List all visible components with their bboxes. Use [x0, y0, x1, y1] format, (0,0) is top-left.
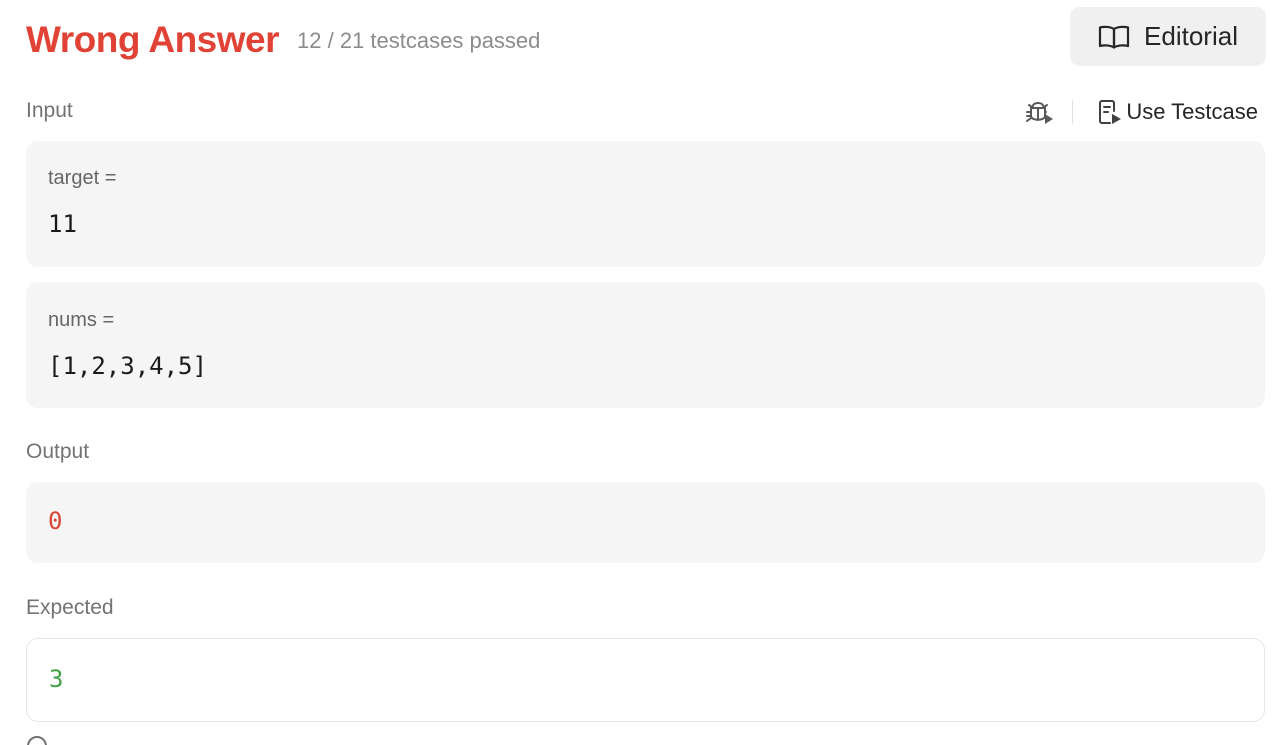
param-value: 11 — [48, 210, 77, 238]
use-testcase-label: Use Testcase — [1126, 99, 1258, 124]
toolbar-divider — [1072, 100, 1074, 124]
param-name: nums = — [48, 309, 115, 331]
use-testcase-button[interactable]: Use Testcase — [1097, 98, 1258, 126]
input-label: Input — [26, 99, 73, 122]
info-circle-icon — [26, 735, 48, 745]
output-value: 0 — [48, 507, 63, 535]
result-header: Wrong Answer 12 / 21 testcases passed Ed… — [26, 7, 1266, 66]
debug-button[interactable] — [1024, 98, 1054, 126]
input-toolbar: Use Testcase — [1024, 95, 1258, 129]
footer-note — [26, 735, 48, 745]
expected-value: 3 — [49, 665, 64, 693]
expected-label: Expected — [26, 596, 114, 619]
param-value: [1,2,3,4,5] — [48, 352, 207, 380]
testcases-passed-count: 12 / 21 testcases passed — [297, 28, 541, 53]
verdict-title: Wrong Answer — [26, 19, 280, 60]
bug-play-icon — [1024, 98, 1054, 126]
input-param-nums: nums = [1,2,3,4,5] — [26, 282, 1265, 408]
input-param-target: target = 11 — [26, 141, 1265, 267]
expected-box: 3 — [26, 638, 1265, 722]
output-box: 0 — [26, 482, 1265, 563]
editorial-button[interactable]: Editorial — [1070, 7, 1266, 66]
file-play-icon — [1097, 98, 1123, 126]
output-label: Output — [26, 440, 90, 463]
book-open-icon — [1098, 24, 1130, 50]
param-name: target = — [48, 167, 117, 189]
submission-result-panel: Wrong Answer 12 / 21 testcases passed Ed… — [0, 0, 1280, 745]
editorial-label: Editorial — [1144, 21, 1238, 51]
